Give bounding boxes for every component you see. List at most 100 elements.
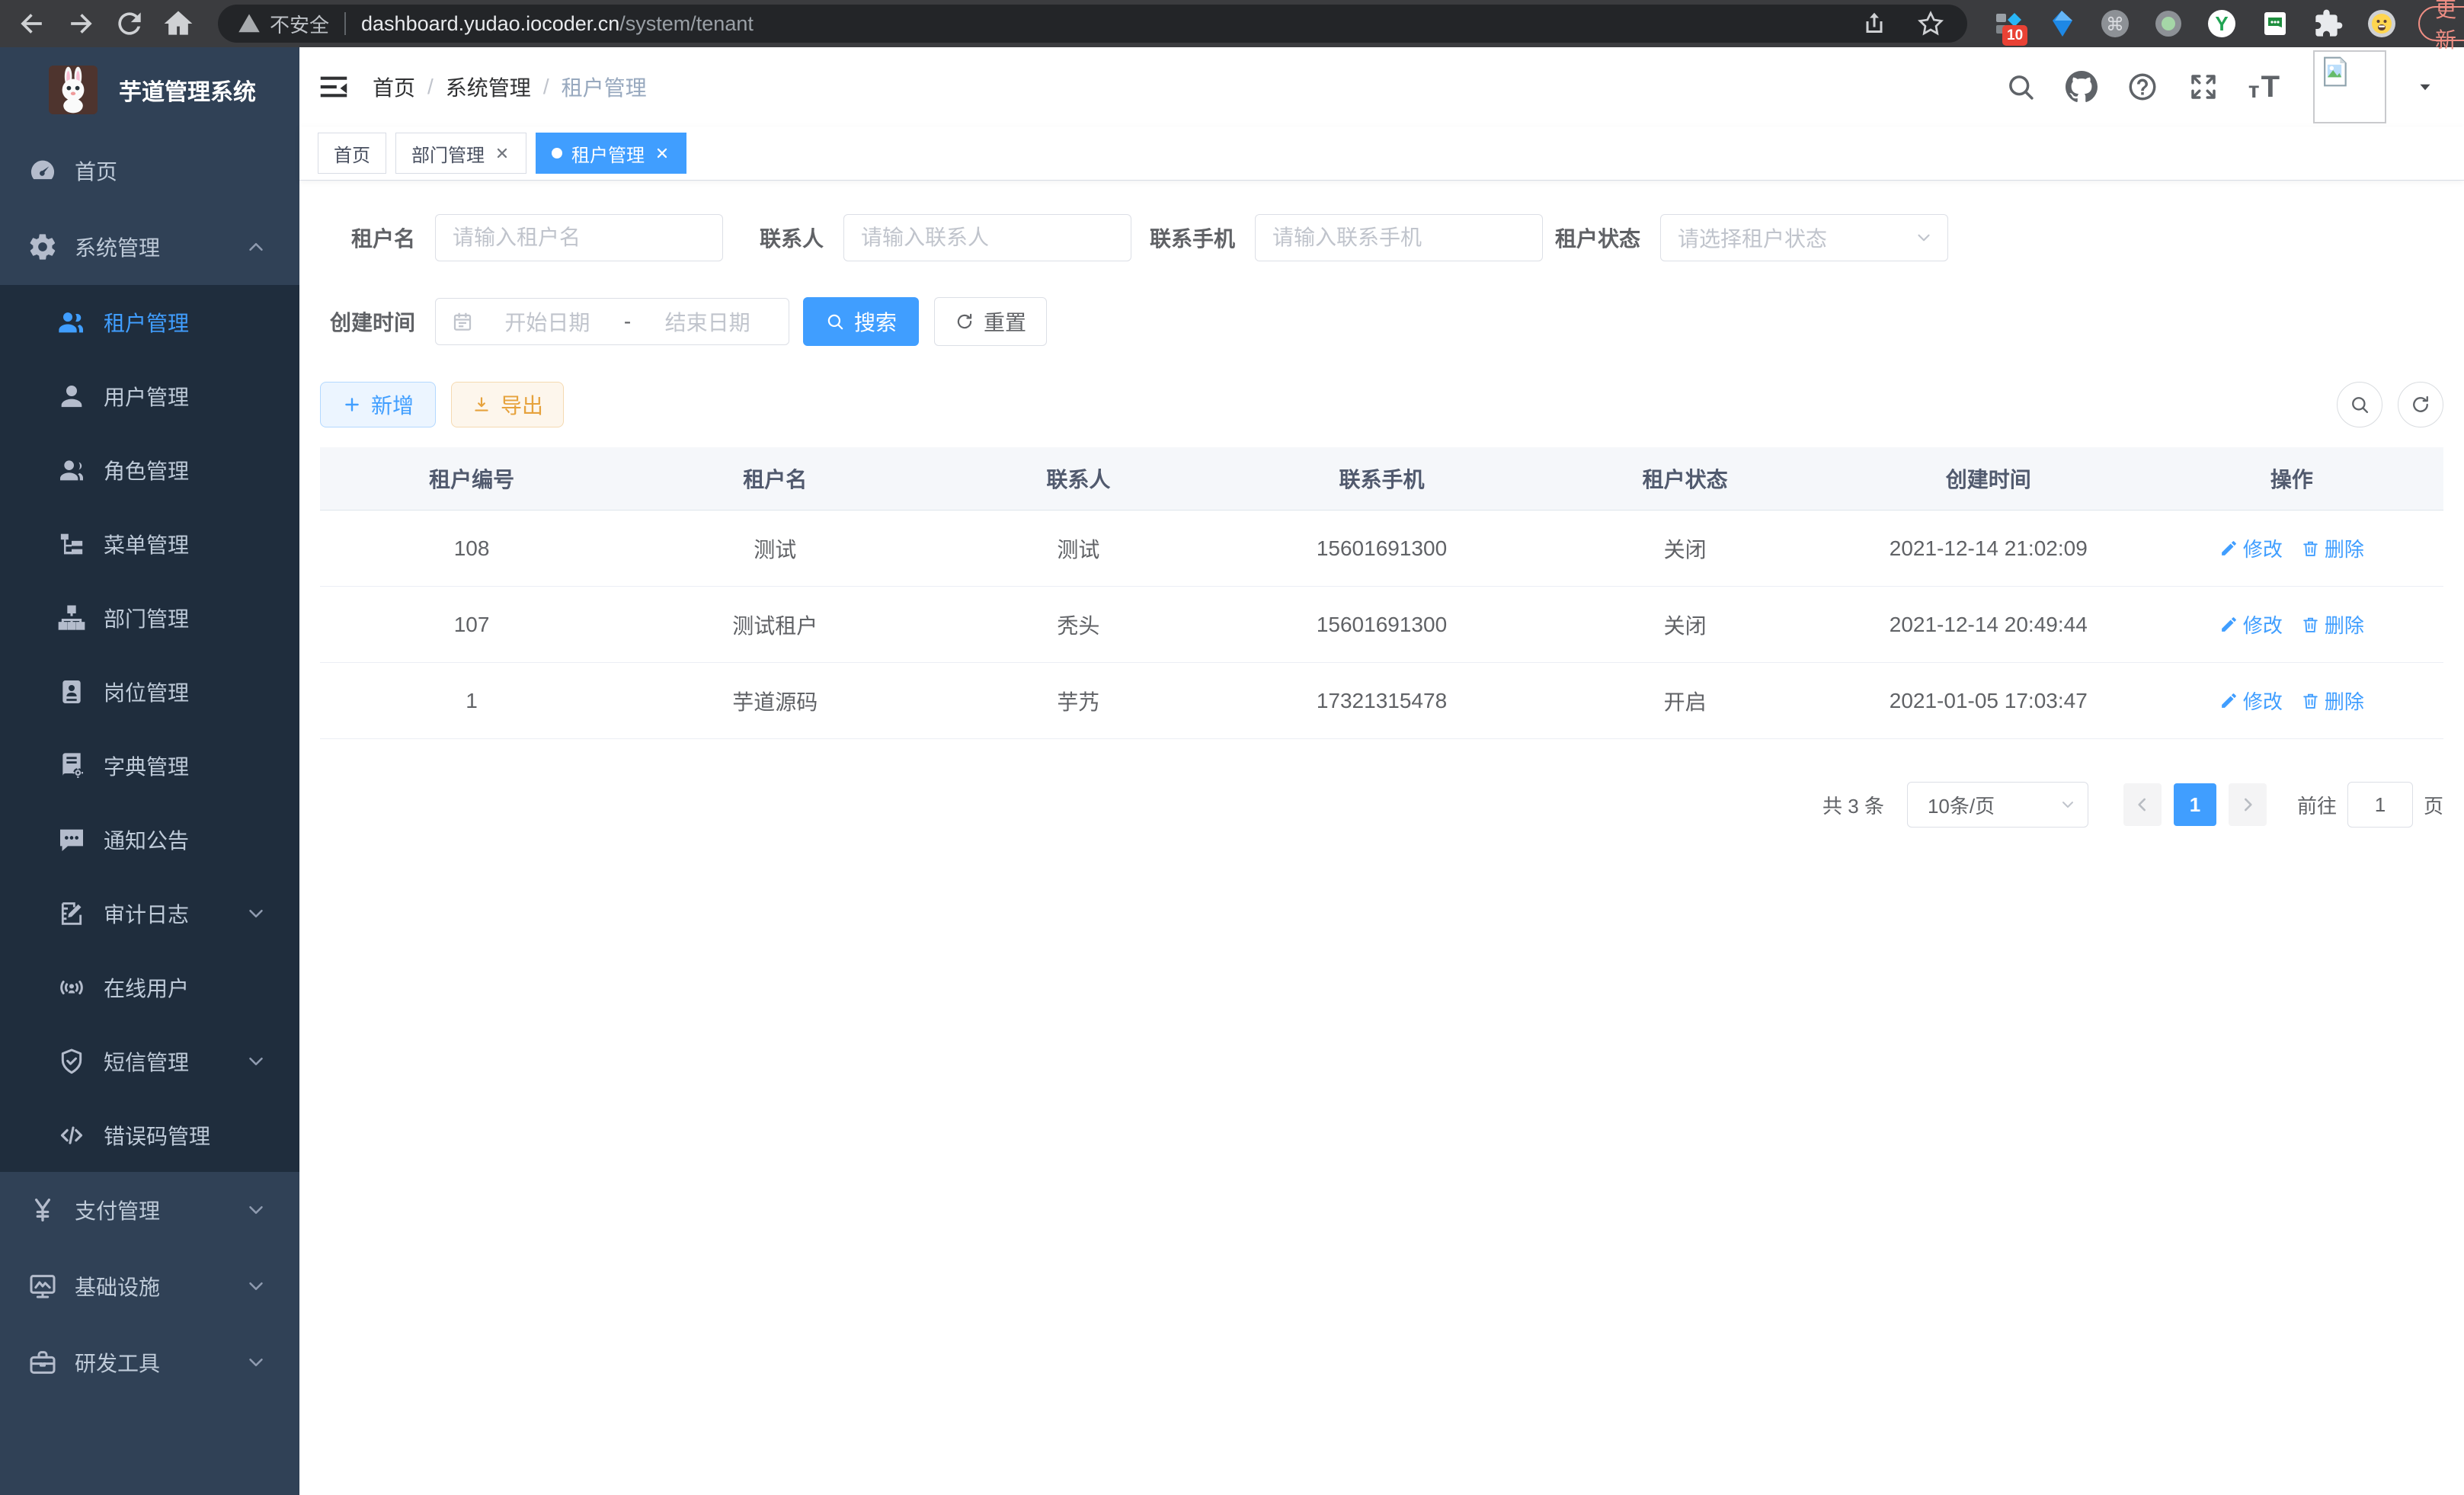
tab-home[interactable]: 首页 xyxy=(318,133,386,174)
bookmark-star-icon[interactable] xyxy=(1917,10,1944,37)
active-tab-dot xyxy=(552,148,562,158)
edit-link[interactable]: 修改 xyxy=(2219,534,2283,562)
search-button[interactable]: 搜索 xyxy=(803,297,919,346)
font-size-icon[interactable]: тT xyxy=(2248,72,2280,102)
sidebar-item-post-management[interactable]: 岗位管理 xyxy=(0,655,299,728)
help-icon[interactable] xyxy=(2126,71,2158,103)
tenant-status-select[interactable]: 请选择租户状态 xyxy=(1660,214,1948,261)
sidebar-toggle-icon[interactable] xyxy=(316,69,351,104)
chevron-right-icon xyxy=(2238,795,2258,815)
header-search-icon[interactable] xyxy=(2005,71,2037,103)
chevron-down-icon xyxy=(245,1275,267,1298)
app-title: 芋道管理系统 xyxy=(119,73,256,107)
page-size-select[interactable]: 10条/页 xyxy=(1907,782,2088,828)
edit-icon xyxy=(2219,539,2238,558)
chrome-update-button[interactable]: 更新 xyxy=(2418,6,2464,41)
contact-name-input[interactable] xyxy=(843,214,1131,261)
sidebar-item-tenant-management[interactable]: 租户管理 xyxy=(0,285,299,359)
profile-avatar-icon[interactable] xyxy=(2366,8,2397,39)
contact-mobile-input[interactable] xyxy=(1255,214,1543,261)
extension-grid-icon[interactable]: 10 xyxy=(1993,8,2024,39)
sidebar-item-dept-management[interactable]: 部门管理 xyxy=(0,581,299,655)
end-date-placeholder[interactable]: 结束日期 xyxy=(634,306,781,337)
avatar[interactable] xyxy=(2313,50,2386,123)
sidebar-item-online-user[interactable]: 在线用户 xyxy=(0,950,299,1024)
browser-reload-icon[interactable] xyxy=(113,7,146,40)
sidebar-item-dev-tools[interactable]: 研发工具 xyxy=(0,1324,299,1401)
tenant-name-input[interactable] xyxy=(435,214,723,261)
extension-y-icon[interactable]: Y xyxy=(2206,8,2237,39)
chevron-down-icon xyxy=(245,1199,267,1221)
sidebar-item-notice-announcement[interactable]: 通知公告 xyxy=(0,802,299,876)
table-toolbar: 新增 导出 xyxy=(320,382,2443,427)
breadcrumb-item[interactable]: 首页 xyxy=(373,72,415,102)
sidebar-item-role-management[interactable]: 角色管理 xyxy=(0,433,299,507)
sidebar-item-audit-log[interactable]: 审计日志 xyxy=(0,876,299,950)
sidebar-item-error-code-management[interactable]: 错误码管理 xyxy=(0,1098,299,1172)
reset-button[interactable]: 重置 xyxy=(934,297,1047,346)
submenu-system-management: 租户管理用户管理角色管理菜单管理部门管理岗位管理字典管理通知公告审计日志在线用户… xyxy=(0,285,299,1172)
contact-mobile-label: 联系手机 xyxy=(1150,222,1235,253)
table-row: 107测试租户秃头15601691300关闭2021-12-14 20:49:4… xyxy=(320,587,2443,663)
people-icon xyxy=(56,455,87,485)
page-size-value: 10条/页 xyxy=(1928,791,1995,819)
sidebar-item-payment-management[interactable]: 支付管理 xyxy=(0,1172,299,1248)
sidebar-item-infrastructure[interactable]: 基础设施 xyxy=(0,1248,299,1324)
dict-icon xyxy=(56,751,87,781)
user-icon xyxy=(56,381,87,411)
sidebar-item-sms-management[interactable]: 短信管理 xyxy=(0,1024,299,1098)
tab-dept-management[interactable]: 部门管理 xyxy=(395,133,526,174)
refresh-table-button[interactable] xyxy=(2398,382,2443,427)
delete-link[interactable]: 删除 xyxy=(2301,610,2364,639)
sidebar-item-home[interactable]: 首页 xyxy=(0,133,299,209)
add-button[interactable]: 新增 xyxy=(320,382,436,427)
extensions-puzzle-icon[interactable] xyxy=(2313,8,2344,39)
extension-circle-icon[interactable] xyxy=(2153,8,2184,39)
breadcrumb-item[interactable]: 系统管理 xyxy=(446,72,531,102)
create-time-range-picker[interactable]: 开始日期 - 结束日期 xyxy=(435,298,789,345)
close-icon[interactable] xyxy=(654,145,670,162)
goto-page-input[interactable] xyxy=(2347,782,2413,828)
table-cell: 2021-12-14 21:02:09 xyxy=(1837,511,2140,587)
log-icon xyxy=(56,898,87,929)
close-icon[interactable] xyxy=(494,145,510,162)
prev-page-button[interactable] xyxy=(2123,783,2162,826)
browser-back-icon[interactable] xyxy=(15,7,49,40)
delete-link[interactable]: 删除 xyxy=(2301,534,2364,562)
next-page-button[interactable] xyxy=(2229,783,2267,826)
export-button[interactable]: 导出 xyxy=(451,382,564,427)
avatar-caret-icon[interactable] xyxy=(2415,77,2435,97)
page-number-1[interactable]: 1 xyxy=(2174,783,2216,826)
table-cell-actions: 修改删除 xyxy=(2140,511,2443,587)
edit-link[interactable]: 修改 xyxy=(2219,687,2283,715)
github-icon[interactable] xyxy=(2066,71,2098,103)
security-label[interactable]: 不安全 xyxy=(270,10,329,38)
sidebar-item-label: 系统管理 xyxy=(75,232,160,262)
page-content: 租户名 联系人 联系手机 租户状态 请选择租户状态 创建时间 开始日期 - xyxy=(299,214,2464,828)
column-header: 租户编号 xyxy=(320,447,623,511)
tab-tenant-management[interactable]: 租户管理 xyxy=(536,133,686,174)
toggle-search-button[interactable] xyxy=(2337,382,2382,427)
not-secure-icon[interactable] xyxy=(238,12,261,35)
edit-link[interactable]: 修改 xyxy=(2219,610,2283,639)
table-cell: 芋道源码 xyxy=(623,663,926,739)
browser-home-icon[interactable] xyxy=(162,7,195,40)
extension-command-icon[interactable]: ⌘ xyxy=(2100,8,2130,39)
extension-kite-icon[interactable] xyxy=(2046,8,2077,39)
extension-chat-icon[interactable] xyxy=(2260,8,2290,39)
sidebar-item-menu-management[interactable]: 菜单管理 xyxy=(0,507,299,581)
sidebar-item-dict-management[interactable]: 字典管理 xyxy=(0,728,299,802)
fullscreen-icon[interactable] xyxy=(2187,71,2219,103)
svg-text:Y: Y xyxy=(2215,12,2228,35)
app-logo[interactable]: 芋道管理系统 xyxy=(0,47,299,133)
sidebar-item-system-management[interactable]: 系统管理 xyxy=(0,209,299,285)
sidebar-item-user-management[interactable]: 用户管理 xyxy=(0,359,299,433)
share-icon[interactable] xyxy=(1861,10,1888,37)
browser-forward-icon[interactable] xyxy=(64,7,98,40)
extensions-area: 10 ⌘ Y xyxy=(1993,8,2397,39)
start-date-placeholder[interactable]: 开始日期 xyxy=(474,306,621,337)
main-area: 首页/系统管理/租户管理 тT 首页部门管理租户管理 租户名 联系人 联系手机 … xyxy=(299,47,2464,1495)
address-bar[interactable]: 不安全 dashboard.yudao.iocoder.cn /system/t… xyxy=(218,5,1967,43)
broken-image-icon xyxy=(2318,55,2351,88)
delete-link[interactable]: 删除 xyxy=(2301,687,2364,715)
